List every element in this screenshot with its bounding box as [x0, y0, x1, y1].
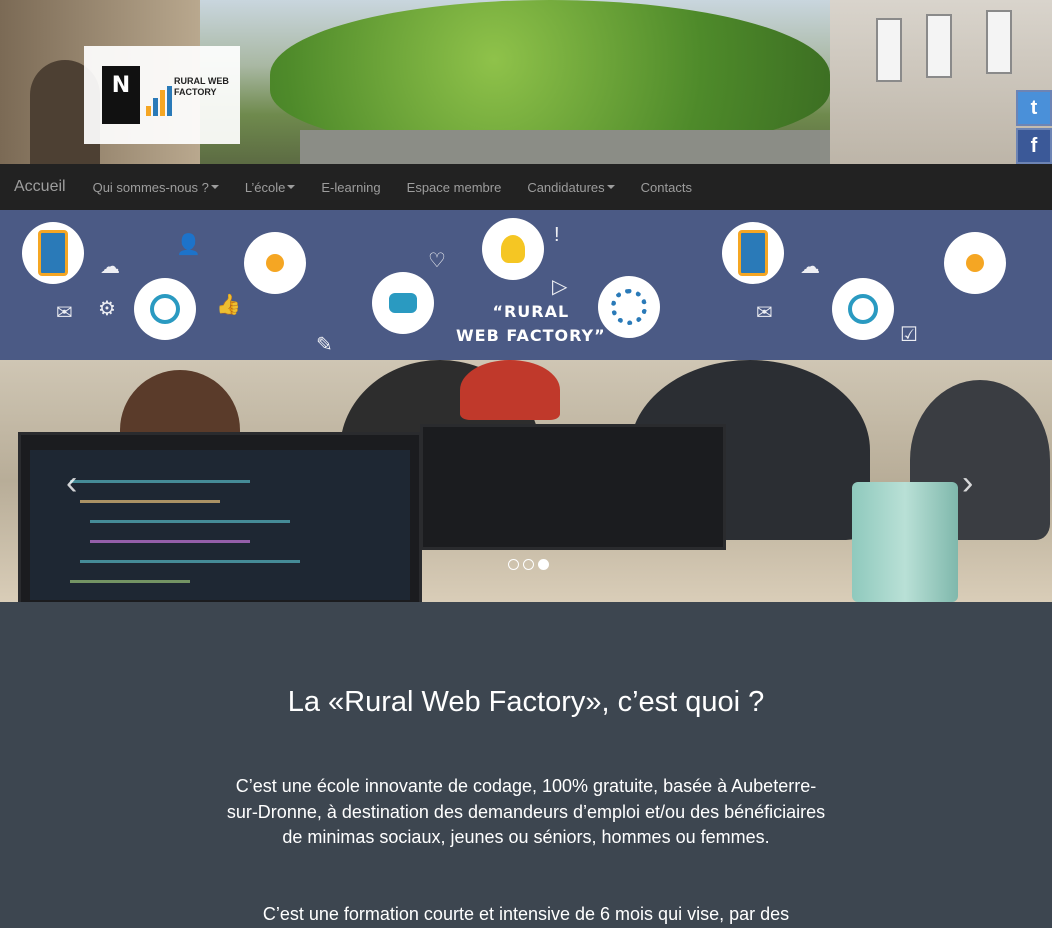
cloud-icon: ☁ [100, 256, 120, 278]
logo-mark: N [102, 66, 140, 124]
gear-icon: ⚙ [98, 298, 116, 320]
nav-item-label: Candidatures [527, 179, 605, 195]
code-line [80, 500, 220, 503]
nav-item-label: Contacts [640, 179, 692, 195]
tree [270, 0, 830, 150]
magnifier-icon [134, 278, 196, 340]
smartphone-icon [22, 222, 84, 284]
heart-icon: ♡ [428, 250, 446, 272]
window [876, 18, 902, 82]
code-line [70, 580, 190, 583]
nav-item-candidatures[interactable]: Candidatures [514, 180, 627, 195]
twitter-button[interactable]: t [1016, 90, 1052, 126]
person-photo [460, 360, 560, 420]
caret-down-icon [287, 185, 296, 189]
twitter-icon: t [1030, 96, 1038, 119]
nav-item-label: L’école [244, 179, 286, 195]
mug [852, 482, 958, 602]
user-icon: 👤 [176, 234, 201, 256]
code-line [90, 540, 250, 543]
logo-text: RURAL WEB FACTORY [174, 76, 229, 97]
chat-icon [372, 272, 434, 334]
section-heading: La «Rural Web Factory», c’est quoi ? [287, 686, 765, 718]
facebook-button[interactable]: f [1016, 128, 1052, 164]
play-icon: ▷ [552, 276, 568, 298]
magnifier-icon [832, 278, 894, 340]
nav-brand-home[interactable]: Accueil [14, 178, 66, 196]
street [300, 130, 860, 164]
cloud-icon: ☁ [800, 256, 820, 278]
carousel-indicator-active[interactable] [538, 559, 549, 570]
code-line [80, 560, 300, 563]
nav-item-espace-membre[interactable]: Espace membre [394, 180, 515, 195]
site-logo[interactable]: N RURAL WEB FACTORY [84, 46, 240, 144]
envelope-icon: ✉ [756, 302, 773, 324]
facebook-icon: f [1030, 134, 1038, 157]
caret-down-icon [606, 185, 615, 189]
banner-title-line1: “RURAL [492, 302, 570, 321]
window [926, 14, 952, 78]
code-line [90, 520, 290, 523]
thumbs-up-icon: 👍 [216, 294, 241, 316]
lightbulb-icon [482, 218, 544, 280]
nav-item-label: Espace membre [406, 179, 502, 195]
nav-item-label: E-learning [321, 179, 381, 195]
laptop [420, 424, 726, 550]
code-line [70, 480, 250, 483]
second-paragraph: C’est une formation courte et intensive … [262, 904, 790, 924]
share-icon [944, 232, 1006, 294]
code-editor-screen [30, 450, 410, 600]
nav-item-contacts[interactable]: Contacts [628, 180, 705, 195]
carousel-next-arrow[interactable]: › [962, 464, 973, 503]
carousel-indicators [508, 559, 549, 570]
main-navbar: Accueil Qui sommes-nous ? L’école E-lear… [0, 164, 1052, 210]
caret-down-icon [210, 185, 219, 189]
carousel-prev-arrow[interactable]: ‹ [66, 464, 77, 503]
exclamation-icon: ! [554, 224, 560, 246]
nav-item-label: Qui sommes-nous ? [92, 179, 209, 195]
gears-icon [598, 276, 660, 338]
window [986, 10, 1012, 74]
nav-item-e-learning[interactable]: E-learning [308, 180, 393, 195]
banner-title: “RURAL WEB FACTORY” [456, 300, 606, 348]
main-content: La «Rural Web Factory», c’est quoi ? C’e… [0, 602, 1052, 924]
banner-title-line2: WEB FACTORY” [456, 326, 606, 345]
header-photo: N RURAL WEB FACTORY [0, 0, 1052, 164]
envelope-icon: ✉ [56, 302, 73, 324]
intro-paragraph: C’est une école innovante de codage, 100… [226, 776, 826, 847]
checkbox-icon: ☑ [900, 324, 918, 346]
pencil-icon: ✎ [316, 334, 333, 356]
nav-item-qui-sommes-nous[interactable]: Qui sommes-nous ? [80, 180, 232, 195]
smartphone-icon [722, 222, 784, 284]
nav-item-ecole[interactable]: L’école [232, 180, 308, 195]
carousel-indicator[interactable] [508, 559, 519, 570]
carousel-indicator[interactable] [523, 559, 534, 570]
share-icon [244, 232, 306, 294]
logo-bars-icon [146, 86, 172, 116]
